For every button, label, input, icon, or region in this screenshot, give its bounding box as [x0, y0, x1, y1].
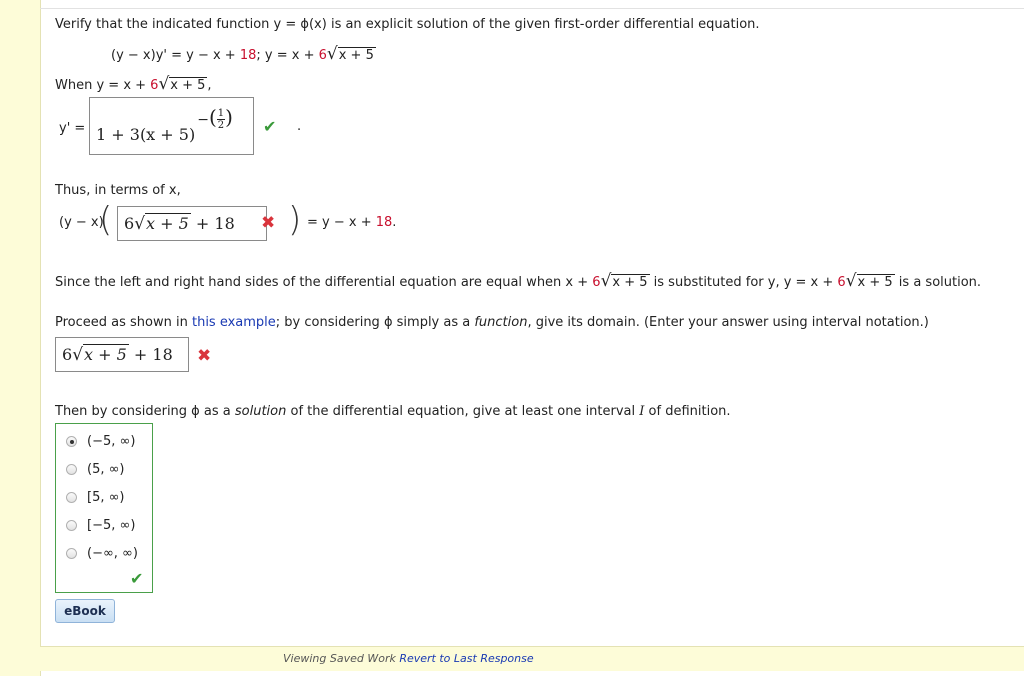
domain-cross-icon: ✖: [197, 346, 212, 366]
yprime-answer-field[interactable]: 1 + 3(x + 5) −(1 2): [89, 97, 254, 155]
this-example-link[interactable]: this example: [192, 315, 276, 330]
radio-button[interactable]: [66, 492, 77, 503]
since-statement: Since the left and right hand sides of t…: [55, 271, 982, 291]
interval-option-label: (−∞, ∞): [87, 546, 138, 561]
interval-option-3[interactable]: [5, ∞): [66, 490, 125, 505]
thus-answer-value: 6√x + 5 + 18: [124, 212, 235, 234]
interval-option-label: (5, ∞): [87, 462, 125, 477]
top-divider: [40, 8, 1024, 9]
interval-check-icon: ✔: [130, 569, 144, 588]
thus-close-paren: ): [288, 200, 302, 240]
question-intro: Verify that the indicated function y = ϕ…: [55, 17, 760, 32]
thus-answer-field[interactable]: 6√x + 5 + 18: [117, 206, 267, 241]
equation-coefficient: 6: [318, 48, 327, 63]
when-prefix: When y = x +: [55, 78, 151, 93]
interval-option-4[interactable]: [−5, ∞): [66, 518, 135, 533]
interval-option-label: [−5, ∞): [87, 518, 136, 533]
equation-sqrt: √x + 5: [326, 44, 376, 64]
domain-answer-field[interactable]: 6√x + 5 + 18: [55, 337, 189, 372]
equation-constant: 18: [239, 48, 257, 63]
radio-button[interactable]: [66, 548, 77, 559]
yprime-answer-base: 1 + 3(x + 5): [96, 124, 196, 144]
radio-button[interactable]: [66, 464, 77, 475]
when-suffix: ,: [207, 78, 212, 93]
yprime-trailing: .: [297, 119, 302, 134]
domain-prompt: Proceed as shown in this example; by con…: [55, 315, 929, 330]
thus-cross-icon: ✖: [261, 213, 276, 233]
footer-bar: Viewing Saved Work Revert to Last Respon…: [40, 646, 1024, 671]
when-coefficient: 6: [150, 78, 159, 93]
interval-prompt: Then by considering ϕ as a solution of t…: [55, 404, 731, 419]
radio-button[interactable]: [66, 520, 77, 531]
left-margin-strip: [0, 0, 41, 676]
when-line: When y = x + 6√x + 5,: [55, 74, 212, 94]
thus-rhs: = y − x + 18.: [307, 215, 397, 230]
equation-separator: ; y = x +: [256, 48, 319, 63]
ebook-button[interactable]: eBook: [55, 599, 115, 623]
yprime-label: y' =: [59, 121, 86, 136]
yprime-answer-exponent: −(1 2): [197, 104, 233, 132]
domain-answer-value: 6√x + 5 + 18: [62, 343, 173, 365]
interval-option-2[interactable]: (5, ∞): [66, 462, 125, 477]
when-sqrt: √x + 5: [158, 74, 208, 94]
saved-work-notice: Viewing Saved Work Revert to Last Respon…: [283, 652, 534, 665]
given-equation: (y − x)y' = y − x + 18; y = x + 6√x + 5: [111, 44, 376, 64]
thus-open-paren: (: [99, 200, 113, 240]
interval-option-1[interactable]: (−5, ∞): [66, 434, 135, 449]
interval-options-group: (−5, ∞) (5, ∞) [5, ∞) [−5, ∞) (−∞, ∞) ✔: [55, 423, 153, 593]
interval-option-label: (−5, ∞): [87, 434, 136, 449]
thus-label: Thus, in terms of x,: [55, 183, 181, 198]
thus-lhs-prefix: (y − x): [59, 215, 104, 230]
interval-option-label: [5, ∞): [87, 490, 125, 505]
yprime-check-icon: ✔: [263, 117, 277, 136]
radio-button-selected[interactable]: [66, 436, 77, 447]
equation-lhs: (y − x)y' = y − x +: [111, 48, 240, 63]
revert-link[interactable]: Revert to Last Response: [399, 652, 533, 665]
interval-option-5[interactable]: (−∞, ∞): [66, 546, 138, 561]
